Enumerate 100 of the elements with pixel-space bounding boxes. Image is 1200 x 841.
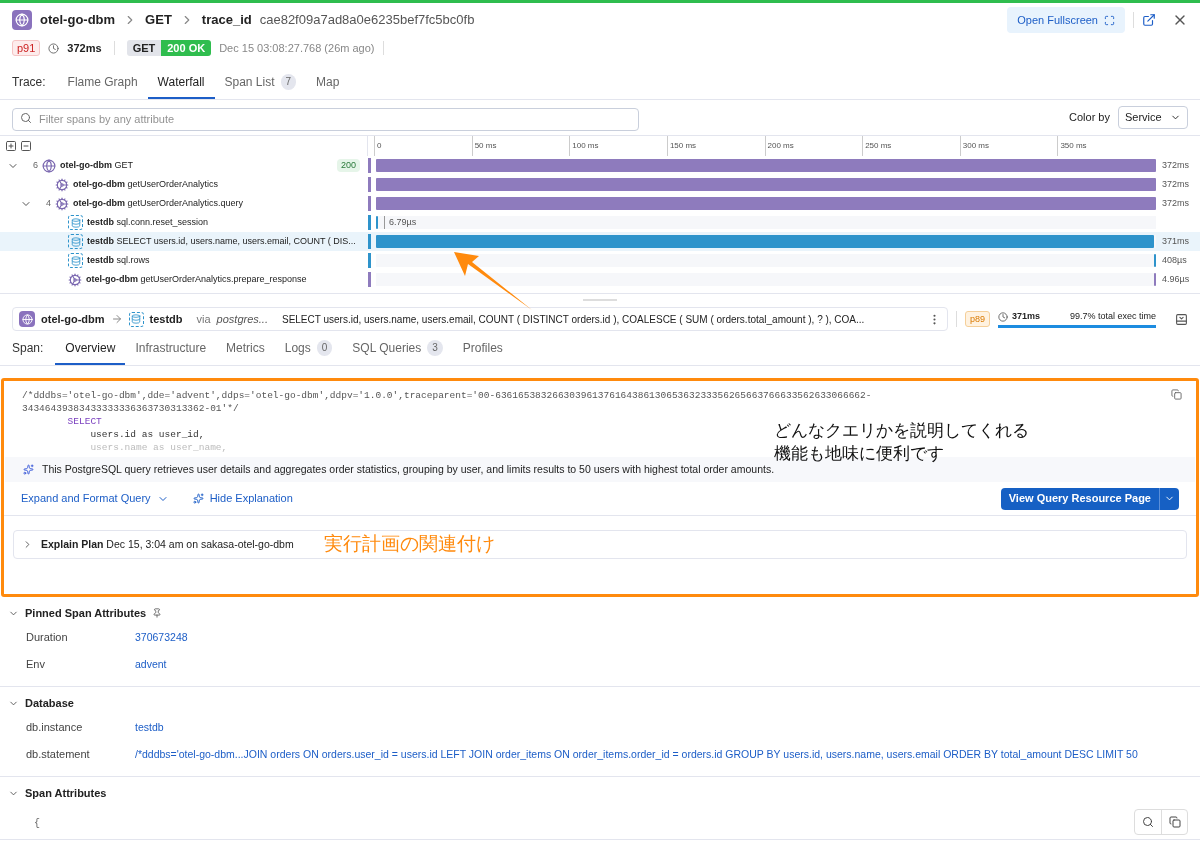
span-label: otel-go-dbm getUserOrderAnalytics <box>73 177 219 191</box>
status-tag: 200 OK <box>161 40 212 56</box>
hide-explanation-button[interactable]: Hide Explanation <box>192 490 293 507</box>
arrow-icon <box>110 313 123 325</box>
code-line: /*dddbs='otel-go-dbm',dde='advent',ddps='otel-go-dbm',ddpv='1.0.0',traceparent='00-63616538326630396137616438613065363233356265663766633562633066662- <box>22 389 872 402</box>
breadcrumb: trace_id <box>201 11 252 30</box>
span-duration: 4.96µs <box>1162 272 1190 286</box>
sparkle-icon <box>192 493 204 504</box>
child-count: 6 <box>33 158 38 172</box>
annotation-note: どんなクエリかを説明してくれる <box>774 420 1029 442</box>
breadcrumb: GET <box>145 11 172 30</box>
tab[interactable]: Waterfall <box>147 73 215 99</box>
query-summary: SELECT users.id, users.name, users.email, COUNT ( DISTINCT orders.id ), COALESCE ( SUM ( orders.total_amount ), ? ), COA... <box>281 312 865 327</box>
expand-all-icon[interactable] <box>5 140 17 152</box>
via-label: via <box>196 311 211 327</box>
tab[interactable]: Logs 0 <box>274 339 343 365</box>
copy-icon[interactable] <box>1171 389 1182 400</box>
dropdown-button[interactable] <box>1159 487 1179 510</box>
collapse-all-icon[interactable] <box>20 140 32 152</box>
globe-icon <box>19 311 35 327</box>
query-explanation: This PostgreSQL query retrieves user details and aggregates order statistics, grouping by user, and limits results to 50 users with highest total order amounts. <box>42 461 775 477</box>
attribute-value[interactable]: 370673248 <box>135 629 188 646</box>
attribute-key: db.instance <box>26 719 135 736</box>
attribute-key: Env <box>26 656 135 673</box>
tab[interactable]: Overview <box>55 339 126 365</box>
count-badge: 3 <box>427 340 443 356</box>
attribute-key: db.statement <box>26 746 135 763</box>
database-icon <box>68 215 83 230</box>
span-row[interactable]: testdb SELECT users.id, users.name, users.email, COUNT ( DIS... 371ms <box>0 232 1200 251</box>
copy-icon <box>1168 816 1181 828</box>
service-name: otel-go-dbm <box>40 11 116 30</box>
sparkle-icon <box>23 464 34 475</box>
attribute-value[interactable]: testdb <box>135 719 164 736</box>
database-icon <box>128 311 144 327</box>
attribute-value[interactable]: /*dddbs='otel-go-dbm...JOIN orders ON orders.user_id = users.id LEFT JOIN order_items ON order_items.order_id = orders.id GROUP BY users.id, users.name, users.email ORDER BY total_amount DESC LIMIT 50 <box>135 746 1138 763</box>
tab[interactable]: Metrics <box>216 339 275 365</box>
section-header[interactable]: Span Attributes <box>0 782 1200 804</box>
span-label: testdb sql.rows <box>87 253 150 267</box>
child-count: 4 <box>46 196 51 210</box>
code-line: users.name as user_name, <box>89 441 228 454</box>
span-duration: 371ms <box>1012 309 1041 323</box>
tab[interactable]: Span List 7 <box>214 73 307 99</box>
method-tag: GET <box>126 40 162 56</box>
span-duration: 408µs <box>1162 253 1187 267</box>
trace-id: cae82f09a7ad8a0e6235bef7fc5bc0fb <box>259 11 475 30</box>
tab[interactable]: Flame Graph <box>57 73 148 99</box>
clock-icon <box>998 311 1009 322</box>
filter-field[interactable]: Filter spans by any attribute <box>12 107 639 131</box>
code-line: users.id as user_id, <box>89 428 205 441</box>
span-row[interactable]: 6 otel-go-dbm GET 200 372ms <box>0 156 1200 175</box>
code-line: SELECT <box>66 415 102 428</box>
exec-share: 99.7% total exec time <box>1070 309 1157 323</box>
axis-tick: 350 ms <box>1057 136 1155 156</box>
tab[interactable]: Map <box>306 73 350 99</box>
gears-icon <box>55 177 69 192</box>
span-label: testdb sql.conn.reset_session <box>87 215 209 229</box>
tab[interactable]: Infrastructure <box>125 339 217 365</box>
span-duration: 372ms <box>1162 177 1189 191</box>
axis-tick: 200 ms <box>764 136 863 156</box>
fullscreen-icon <box>1104 14 1115 26</box>
span-row[interactable]: testdb sql.conn.reset_session 6.79µs <box>0 213 1200 232</box>
axis-tick: 250 ms <box>862 136 960 156</box>
tab[interactable]: Profiles <box>452 339 513 365</box>
attribute-key: Duration <box>26 629 135 646</box>
search-icon <box>20 112 32 124</box>
span-label: testdb SELECT users.id, users.name, users.email, COUNT ( DIS... <box>87 234 356 248</box>
annotation-note: 実行計画の関連付け <box>323 532 495 557</box>
axis-tick: 0 <box>374 136 472 156</box>
tab[interactable]: SQL Queries 3 <box>342 339 453 365</box>
globe-icon <box>42 158 56 173</box>
pin-icon <box>152 608 163 618</box>
external-link-icon[interactable] <box>1142 13 1156 27</box>
span-row[interactable]: otel-go-dbm getUserOrderAnalytics 372ms <box>0 175 1200 194</box>
timestamp: Dec 15 03:08:27.768 (26m ago) <box>219 40 375 56</box>
explain-plan-row[interactable]: Explain Plan Dec 15, 3:04 am on sakasa-otel-go-dbm 実行計画の関連付け <box>13 530 1187 559</box>
span-label: otel-go-dbm GET <box>60 158 134 172</box>
axis-tick: 150 ms <box>666 136 765 156</box>
view-query-resource-button[interactable]: View Query Resource Page <box>1000 487 1159 510</box>
tabs-label: Span: <box>12 340 44 357</box>
span-row[interactable]: testdb sql.rows 408µs <box>0 251 1200 270</box>
database-icon <box>68 234 83 249</box>
color-by-label: Color by <box>1069 110 1110 126</box>
section-header[interactable]: Database <box>0 692 1200 714</box>
section-header[interactable]: Pinned Span Attributes <box>0 602 1200 624</box>
axis-tick: 300 ms <box>959 136 1058 156</box>
annotation-note: 機能も地味に便利です <box>774 443 945 465</box>
attribute-value[interactable]: advent <box>135 656 167 673</box>
duration: 372ms <box>67 40 102 56</box>
collapse-panel-icon[interactable] <box>1175 312 1188 326</box>
span-row[interactable]: otel-go-dbm getUserOrderAnalytics.prepare_response 4.96µs <box>0 270 1200 289</box>
span-label: otel-go-dbm getUserOrderAnalytics.query <box>73 196 244 210</box>
color-by-select[interactable]: Service <box>1118 106 1188 129</box>
span-duration: 6.79µs <box>384 216 417 229</box>
span-row[interactable]: 4 otel-go-dbm getUserOrderAnalytics.query 372ms <box>0 194 1200 213</box>
target-service: testdb <box>149 311 183 327</box>
open-fullscreen-button[interactable]: Open Fullscreen <box>1007 6 1125 34</box>
expand-query-button[interactable]: Expand and Format Query <box>21 490 169 507</box>
gears-icon <box>55 196 69 211</box>
tabs-label: Trace: <box>12 74 46 91</box>
axis-tick: 100 ms <box>569 136 667 156</box>
